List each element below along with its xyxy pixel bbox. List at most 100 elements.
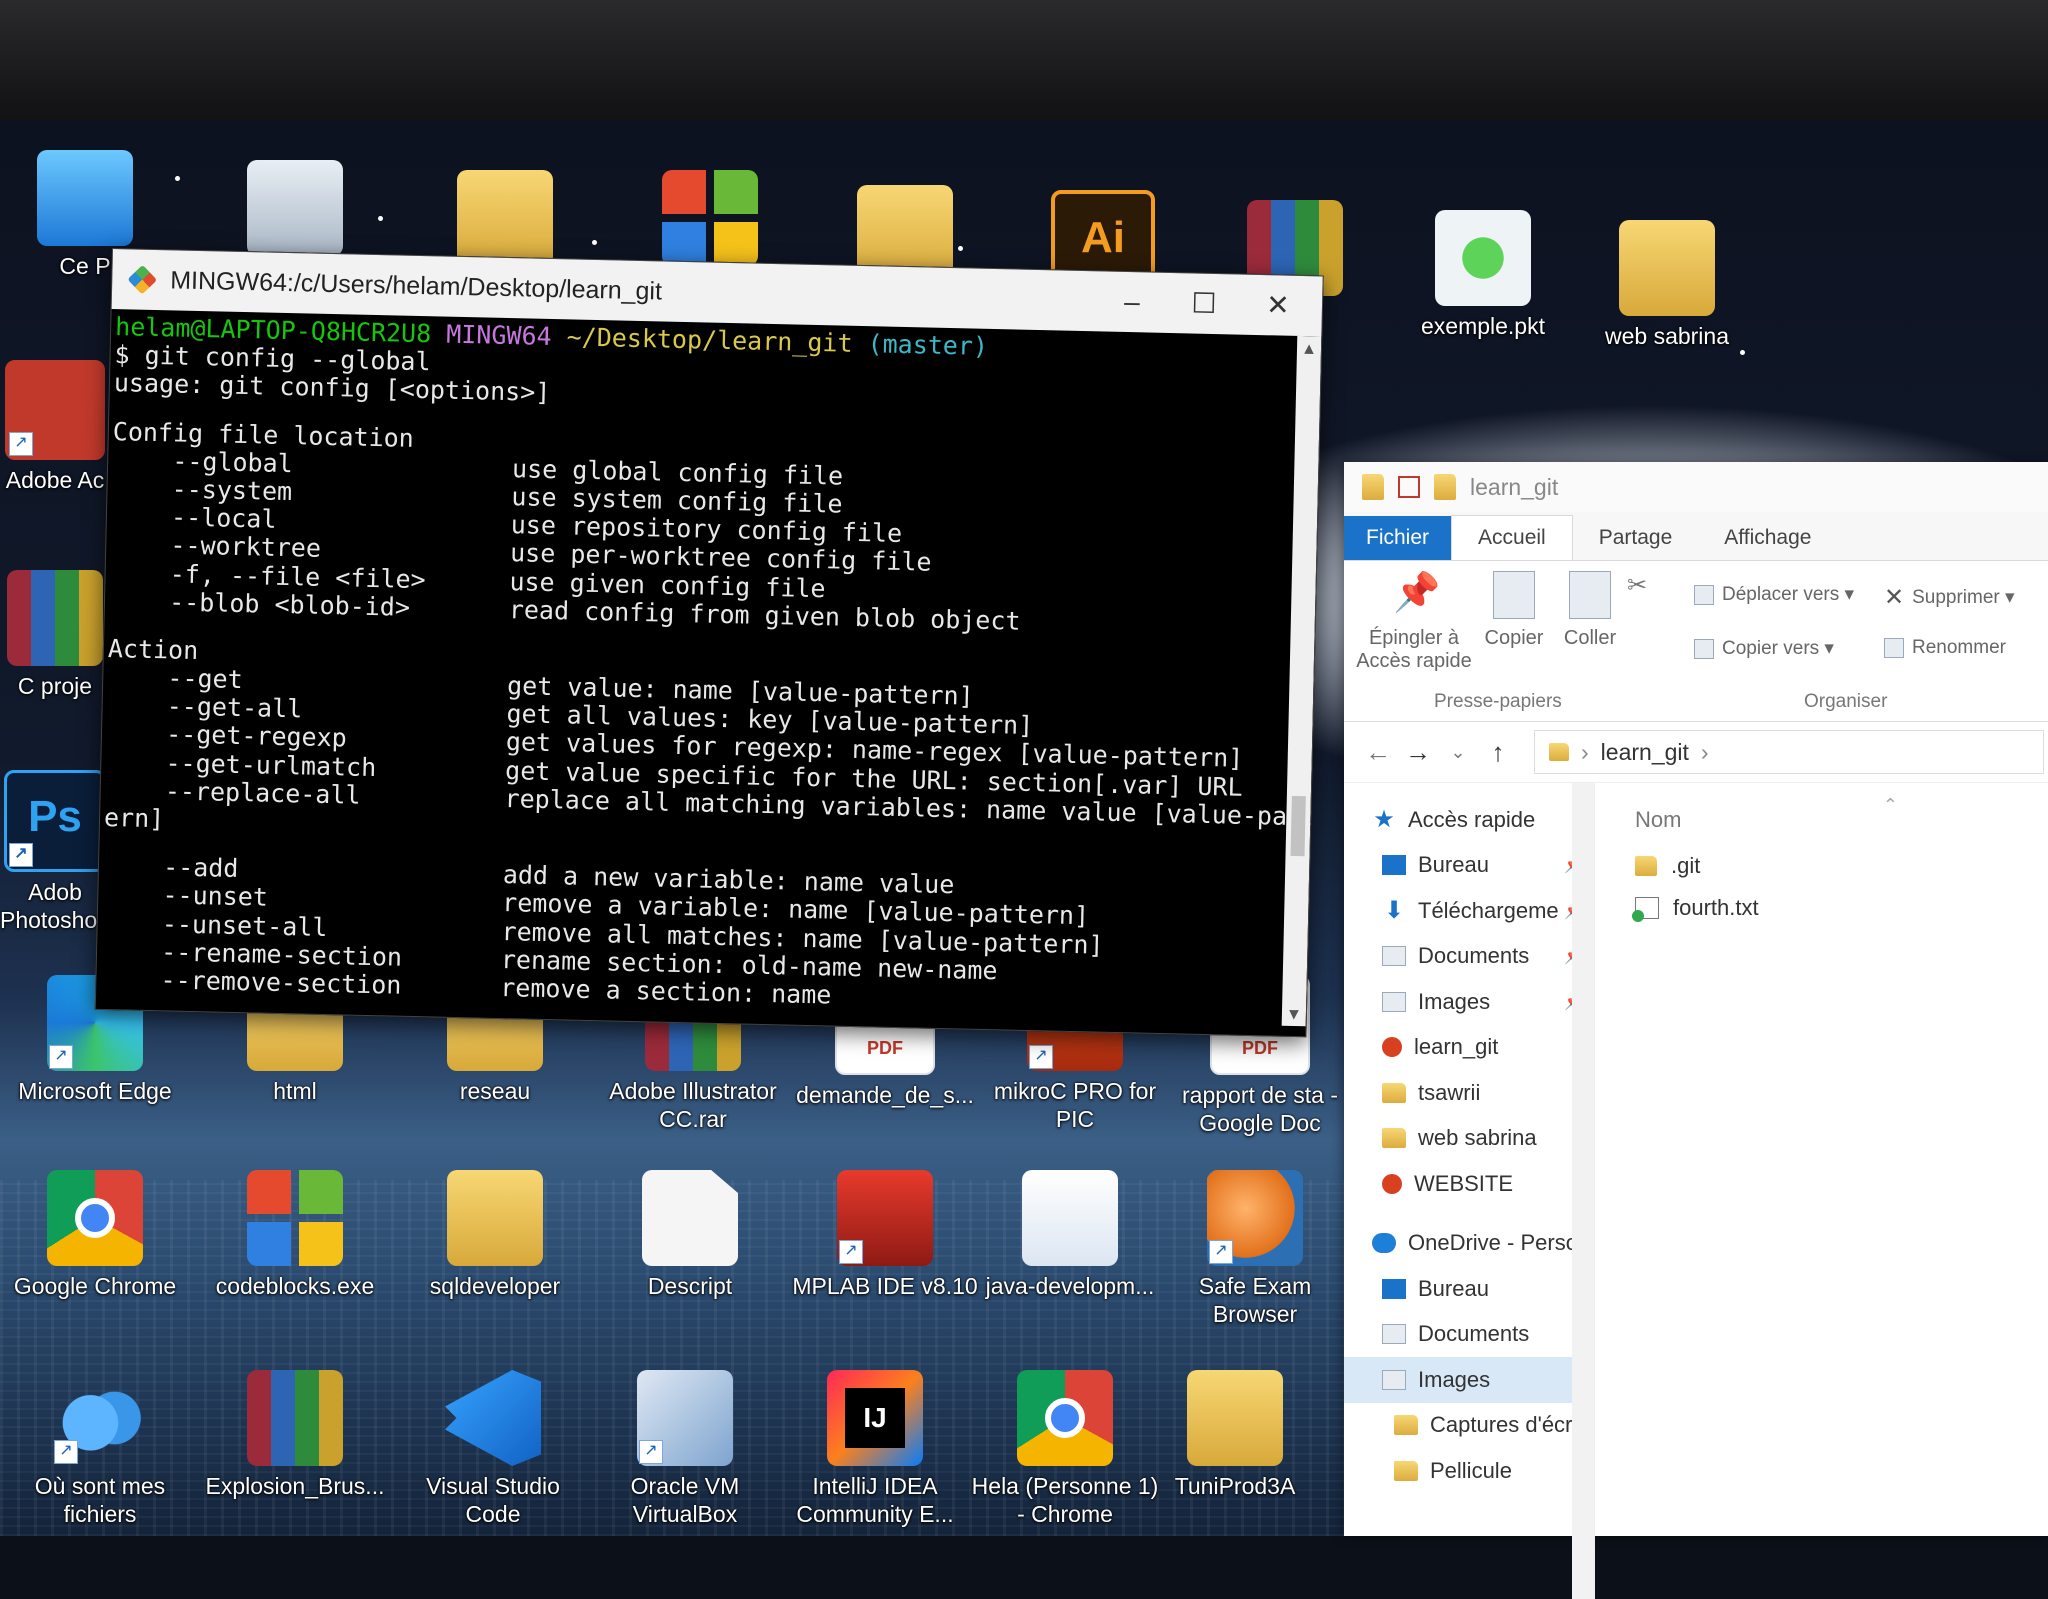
address-field[interactable]: › learn_git › bbox=[1534, 730, 2044, 774]
chrome-icon bbox=[1017, 1370, 1113, 1466]
desktop-folder-icon bbox=[1382, 1278, 1406, 1299]
forward-icon[interactable]: → bbox=[1398, 737, 1438, 768]
nav-item-onedrive-bureau[interactable]: Bureau bbox=[1344, 1266, 1594, 1312]
desktop-icon-recycle-bin[interactable] bbox=[200, 160, 390, 262]
nav-item-documents[interactable]: Documents📌 bbox=[1344, 934, 1594, 980]
desktop-icon-mplab[interactable]: ↗ MPLAB IDE v8.10 bbox=[790, 1170, 980, 1300]
git-folder-icon bbox=[1382, 1173, 1402, 1194]
nav-item-captures[interactable]: Captures d'écra bbox=[1344, 1403, 1594, 1449]
documents-icon bbox=[1382, 1324, 1406, 1345]
chevron-down-icon[interactable]: ⌄ bbox=[1438, 742, 1478, 763]
documents-icon bbox=[1382, 946, 1406, 967]
nav-item-web-sabrina[interactable]: web sabrina bbox=[1344, 1116, 1594, 1162]
up-icon[interactable]: ↑ bbox=[1478, 737, 1518, 768]
folder-icon bbox=[1619, 220, 1715, 316]
desktop-icon-virtualbox[interactable]: ↗ Oracle VM VirtualBox bbox=[590, 1370, 780, 1528]
nav-item-onedrive-images[interactable]: Images bbox=[1344, 1357, 1594, 1403]
nav-item-tsawrii[interactable]: tsawrii bbox=[1344, 1070, 1594, 1116]
tab-fichier[interactable]: Fichier bbox=[1344, 516, 1452, 560]
desktop-icon-sqldeveloper[interactable]: sqldeveloper bbox=[400, 1170, 590, 1300]
nav-item-onedrive-documents[interactable]: Documents bbox=[1344, 1312, 1594, 1358]
paste-button[interactable]: Coller bbox=[1550, 571, 1630, 650]
explorer-title: learn_git bbox=[1470, 473, 1559, 500]
address-bar: ← → ⌄ ↑ › learn_git › bbox=[1344, 722, 2048, 783]
file-item-fourth-txt[interactable]: fourth.txt bbox=[1632, 887, 2048, 929]
nav-item-downloads[interactable]: ⬇Téléchargeme📌 bbox=[1344, 888, 1594, 934]
scroll-up-icon[interactable]: ▲ bbox=[1297, 336, 1322, 361]
navigation-pane[interactable]: ★Accès rapide Bureau📌 ⬇Téléchargeme📌 Doc… bbox=[1344, 783, 1595, 1599]
folder-icon bbox=[1382, 1128, 1406, 1149]
scrollbar-thumb[interactable] bbox=[1290, 795, 1306, 857]
ribbon-tabs: Fichier Accueil Partage Affichage bbox=[1344, 512, 2048, 561]
desktop-icon-codeblocks[interactable]: codeblocks.exe bbox=[200, 1170, 390, 1300]
desktop-icon-codeblocks-folder[interactable] bbox=[615, 170, 805, 272]
terminal-window[interactable]: MINGW64:/c/Users/helam/Desktop/learn_git… bbox=[94, 248, 1324, 1038]
mplab-icon: ↗ bbox=[837, 1170, 933, 1266]
copy-to-button[interactable]: Copier vers ▾ bbox=[1694, 637, 1834, 660]
safe-exam-icon: ↗ bbox=[1207, 1170, 1303, 1266]
back-icon[interactable]: ← bbox=[1358, 737, 1398, 768]
star-icon: ★ bbox=[1373, 805, 1395, 833]
folder-icon bbox=[447, 1170, 543, 1266]
desktop-icon-onedrive[interactable]: ↗ Où sont mes fichiers bbox=[5, 1370, 195, 1528]
acrobat-icon: ↗ bbox=[5, 360, 105, 460]
chrome-icon bbox=[47, 1170, 143, 1266]
properties-icon[interactable] bbox=[1398, 476, 1420, 498]
file-item-git[interactable]: .git bbox=[1635, 845, 2048, 887]
desktop-icon-explosion[interactable]: Explosion_Brus... bbox=[200, 1370, 390, 1500]
move-to-button[interactable]: Déplacer vers ▾ bbox=[1694, 583, 1854, 606]
nav-item-quick-access[interactable]: ★ Accès rapide bbox=[1344, 797, 1594, 843]
delete-button[interactable]: ✕ Supprimer ▾ bbox=[1884, 583, 2015, 612]
folder-icon bbox=[1549, 743, 1569, 761]
maximize-button[interactable]: ☐ bbox=[1184, 283, 1225, 324]
desktop-icon-chrome[interactable]: Google Chrome bbox=[0, 1170, 190, 1300]
computer-icon bbox=[37, 150, 133, 246]
rename-icon bbox=[1884, 638, 1904, 658]
tab-accueil[interactable]: Accueil bbox=[1451, 515, 1573, 560]
file-explorer-window[interactable]: learn_git Fichier Accueil Partage Affich… bbox=[1344, 462, 2048, 1599]
nav-item-website[interactable]: WEBSITE bbox=[1344, 1161, 1594, 1207]
nav-item-images[interactable]: Images📌 bbox=[1344, 979, 1594, 1025]
codeblocks-icon bbox=[662, 170, 758, 266]
copy-button[interactable]: Copier bbox=[1474, 571, 1554, 650]
cut-icon[interactable]: ✂ bbox=[1622, 571, 1652, 600]
desktop-icon-intellij[interactable]: IntelliJ IDEA Community E... bbox=[780, 1370, 970, 1528]
paste-icon bbox=[1569, 571, 1611, 619]
pin-quick-access-button[interactable]: 📌 Épingler à Accès rapide bbox=[1354, 571, 1474, 673]
close-button[interactable]: ✕ bbox=[1258, 285, 1299, 326]
desktop-icon-exemple-pkt[interactable]: exemple.pkt bbox=[1388, 210, 1578, 340]
address-path: learn_git bbox=[1600, 738, 1689, 765]
desktop-icon-tuniprod[interactable]: TuniProd3A bbox=[1150, 1370, 1320, 1500]
rename-button[interactable]: Renommer bbox=[1884, 637, 2006, 659]
column-header-name[interactable]: Nom bbox=[1635, 795, 2048, 845]
onedrive-icon: ↗ bbox=[52, 1370, 148, 1466]
nav-item-learn-git[interactable]: learn_git bbox=[1344, 1025, 1594, 1071]
folder-icon bbox=[1382, 1082, 1406, 1103]
desktop-icon-chrome-profile[interactable]: Hela (Personne 1) - Chrome bbox=[970, 1370, 1160, 1528]
nav-item-bureau[interactable]: Bureau📌 bbox=[1344, 843, 1594, 889]
delete-icon: ✕ bbox=[1884, 584, 1905, 611]
terminal-output[interactable]: helam@LAPTOP-Q8HCR2U8 MINGW64 ~/Desktop/… bbox=[96, 309, 1322, 1030]
file-list[interactable]: Nom ⌃ .git fourth.txt bbox=[1595, 783, 2048, 1599]
nav-item-pellicule[interactable]: Pellicule bbox=[1344, 1448, 1594, 1494]
move-icon bbox=[1694, 584, 1714, 605]
tab-partage[interactable]: Partage bbox=[1573, 516, 1699, 560]
desktop-icon-java[interactable]: java-developm... bbox=[975, 1170, 1165, 1300]
git-folder-icon bbox=[1382, 1037, 1402, 1058]
nav-scrollbar[interactable] bbox=[1572, 783, 1594, 1599]
chevron-right-icon: › bbox=[1581, 738, 1589, 765]
java-icon bbox=[1022, 1170, 1118, 1266]
tab-affichage[interactable]: Affichage bbox=[1698, 516, 1837, 560]
folder-icon bbox=[1394, 1460, 1418, 1481]
desktop-icon-descript[interactable]: Descript bbox=[595, 1170, 785, 1300]
minimize-button[interactable]: – bbox=[1112, 282, 1153, 323]
group-label-organize: Organiser bbox=[1804, 691, 1888, 712]
new-folder-icon[interactable] bbox=[1434, 474, 1456, 500]
scroll-down-icon[interactable]: ▼ bbox=[1282, 1002, 1307, 1027]
desktop-icon-safe-exam[interactable]: ↗ Safe Exam Browser bbox=[1160, 1170, 1350, 1328]
virtualbox-icon: ↗ bbox=[637, 1370, 733, 1466]
desktop-icon-vscode[interactable]: Visual Studio Code bbox=[398, 1370, 588, 1528]
nav-item-onedrive[interactable]: OneDrive - Person bbox=[1344, 1221, 1594, 1267]
desktop-icon-web-sabrina[interactable]: web sabrina bbox=[1572, 220, 1762, 350]
explorer-titlebar[interactable]: learn_git bbox=[1344, 462, 2048, 512]
